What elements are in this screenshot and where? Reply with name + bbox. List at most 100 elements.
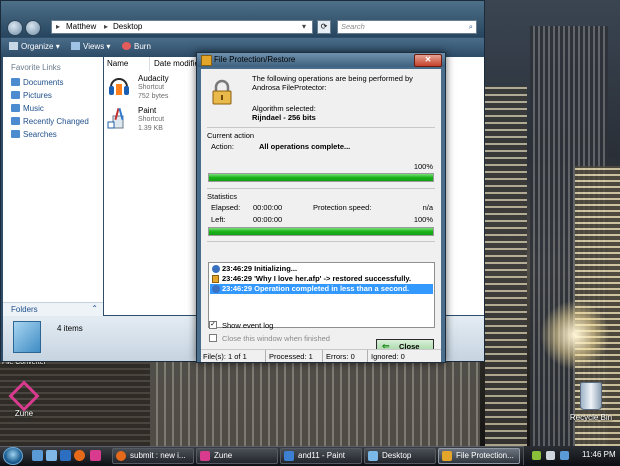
- fav-link-pictures[interactable]: Pictures: [11, 91, 52, 100]
- chevron-up-icon: ⌃: [91, 304, 98, 313]
- status-separator: [367, 350, 368, 362]
- algorithm-value: Rijndael - 256 bits: [252, 113, 316, 122]
- ignored-count: Ignored: 0: [371, 352, 405, 361]
- file-name-audacity[interactable]: Audacity: [138, 74, 169, 83]
- file-type: Shortcut: [138, 84, 165, 91]
- paint-icon[interactable]: [107, 106, 131, 130]
- views-icon: [71, 42, 80, 50]
- column-header-name[interactable]: Name: [107, 59, 128, 68]
- favorite-links-heading: Favorite Links: [11, 63, 61, 72]
- clock[interactable]: 11:46 PM: [582, 450, 616, 459]
- progress-fill: [209, 174, 433, 181]
- errors-count: Errors: 0: [326, 352, 355, 361]
- firefox-icon[interactable]: [74, 450, 85, 461]
- network-icon[interactable]: [532, 451, 541, 460]
- action-label: Action:: [211, 142, 234, 151]
- breadcrumb-matthew[interactable]: Matthew: [66, 22, 96, 31]
- fav-link-recently-changed[interactable]: Recently Changed: [11, 117, 89, 126]
- folders-toggle[interactable]: Folders ⌃: [3, 302, 103, 317]
- lock-icon: [212, 275, 219, 283]
- log-entry[interactable]: 23:46:29 'Why I love her.afp' -> restore…: [210, 274, 433, 284]
- firefox-icon: [116, 451, 126, 461]
- algorithm-label: Algorithm selected:: [252, 104, 316, 113]
- fav-link-searches[interactable]: Searches: [11, 130, 57, 139]
- zune-icon: [200, 451, 210, 461]
- log-entry-selected[interactable]: 23:46:29 Operation completed in less tha…: [210, 284, 433, 294]
- volume-icon[interactable]: [546, 451, 555, 460]
- file-name-paint[interactable]: Paint: [138, 106, 156, 115]
- audacity-icon[interactable]: [107, 74, 131, 98]
- fav-link-music[interactable]: Music: [11, 104, 44, 113]
- start-button[interactable]: [3, 447, 23, 465]
- close-when-finished-label[interactable]: Close this window when finished: [222, 334, 330, 343]
- address-row: ▸ Matthew ▸ Desktop ▾ ⟳ Search ⌕: [1, 1, 484, 37]
- action-percent: 100%: [413, 162, 433, 171]
- views-button[interactable]: Views ▾: [71, 42, 110, 51]
- breadcrumb-desktop[interactable]: Desktop: [113, 22, 142, 31]
- burn-icon: [122, 42, 131, 50]
- chevron-right-icon: ▸: [104, 22, 109, 31]
- processed-count: Processed: 1: [269, 352, 313, 361]
- fav-link-documents[interactable]: Documents: [11, 78, 63, 87]
- folders-label: Folders: [11, 305, 38, 314]
- back-button[interactable]: [7, 20, 23, 36]
- divider: [207, 241, 435, 242]
- column-separator[interactable]: [149, 57, 150, 71]
- progress-fill: [209, 228, 433, 235]
- column-header-date[interactable]: Date modifie: [154, 59, 199, 68]
- recently-changed-icon: [11, 117, 20, 125]
- wallpaper-building: [485, 86, 527, 446]
- show-event-log-checkbox[interactable]: ✓: [209, 321, 217, 329]
- folder-icon: [13, 321, 41, 353]
- forward-button[interactable]: [25, 20, 41, 36]
- desktop-icon-label: Recycle Bin: [569, 413, 613, 422]
- burn-button[interactable]: Burn: [122, 42, 151, 51]
- item-count: 4 items: [57, 324, 83, 333]
- desktop-icon-recycle-bin[interactable]: Recycle Bin: [568, 382, 614, 422]
- system-tray: 11:46 PM: [523, 446, 620, 465]
- desktop-icon-zune[interactable]: Zune: [6, 380, 42, 418]
- show-desktop-icon[interactable]: [32, 450, 43, 461]
- info-icon: [212, 285, 220, 293]
- speed-label: Protection speed:: [313, 203, 372, 212]
- tray-app-icon[interactable]: [560, 451, 569, 460]
- statistics-heading: Statistics: [207, 192, 238, 201]
- internet-explorer-icon[interactable]: [60, 450, 71, 461]
- speed-value: n/a: [422, 203, 433, 212]
- taskbar-button-submit[interactable]: submit : new i...: [112, 448, 194, 464]
- media-icon[interactable]: [90, 450, 101, 461]
- event-log[interactable]: 23:46:29 Initializing... 23:46:29 'Why I…: [208, 262, 435, 328]
- show-event-log-label[interactable]: Show event log: [222, 321, 273, 330]
- organize-icon: [9, 42, 18, 50]
- search-placeholder: Search: [341, 22, 365, 31]
- lock-icon: [209, 79, 235, 105]
- organize-button[interactable]: Organize ▾: [9, 42, 60, 51]
- wallpaper-building: [150, 361, 480, 446]
- paint-icon: [284, 451, 294, 461]
- action-value: All operations complete...: [259, 142, 351, 151]
- left-value: 00:00:00: [253, 215, 283, 224]
- recycle-bin-icon: [580, 382, 602, 410]
- close-when-finished-checkbox[interactable]: [209, 334, 217, 342]
- status-separator: [322, 350, 323, 362]
- app-icon: [201, 55, 212, 66]
- refresh-button[interactable]: ⟳: [317, 20, 331, 34]
- taskbar-button-paint[interactable]: and11 - Paint: [280, 448, 362, 464]
- elapsed-label: Elapsed:: [211, 203, 241, 212]
- pictures-icon: [11, 91, 20, 99]
- search-input[interactable]: Search ⌕: [337, 20, 477, 34]
- taskbar-button-desktop[interactable]: Desktop: [364, 448, 436, 464]
- action-progress-bar: [208, 173, 434, 182]
- log-entry[interactable]: 23:46:29 Initializing...: [210, 264, 433, 274]
- taskbar-button-zune[interactable]: Zune: [196, 448, 278, 464]
- taskbar-button-file-protection[interactable]: File Protection...: [438, 448, 520, 464]
- close-window-button[interactable]: ✕: [414, 54, 442, 67]
- lock-icon: [442, 451, 452, 461]
- searches-icon: [11, 130, 20, 138]
- dialog-titlebar[interactable]: File Protection/Restore ✕: [197, 53, 445, 67]
- status-separator: [265, 350, 266, 362]
- wallpaper-light: [540, 300, 610, 370]
- chevron-down-icon[interactable]: ▾: [302, 22, 306, 31]
- address-bar[interactable]: ▸ Matthew ▸ Desktop ▾: [51, 20, 313, 34]
- switch-windows-icon[interactable]: [46, 450, 57, 461]
